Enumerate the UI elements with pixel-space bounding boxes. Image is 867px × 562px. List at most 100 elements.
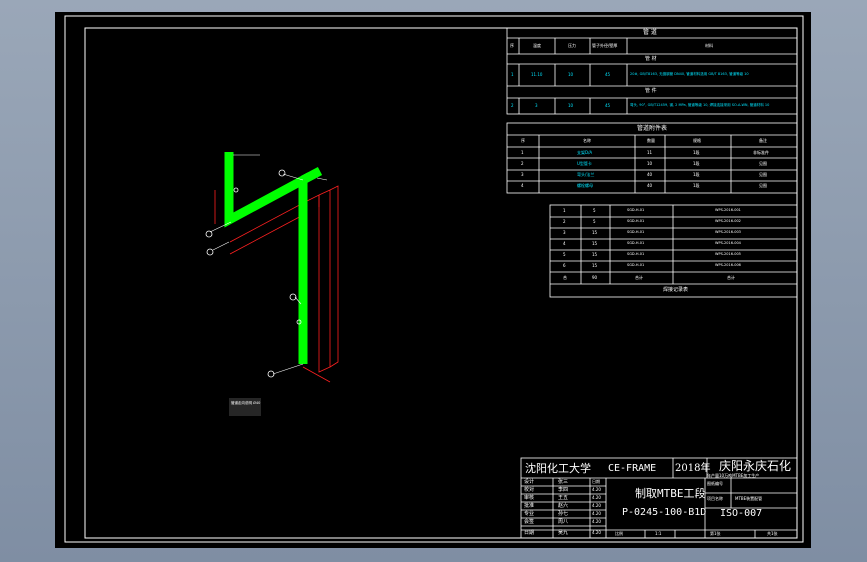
stamp-4: 4.20 — [592, 503, 601, 508]
weld-row5-c4: WPS-2016-005 — [715, 252, 741, 256]
weld-row3-c1: 3 — [563, 230, 566, 235]
top-row2-c1: 2 — [511, 103, 514, 108]
top-table-section-1: 管 材 — [645, 56, 657, 62]
top-row1-c5: 20#, GB/T8163, 无缝钢管 DN40, 管道材料选用 GB/T 81… — [630, 72, 749, 76]
mid-row1-c4: 1段 — [693, 150, 700, 155]
top-table-header-3: 压力 — [568, 43, 576, 48]
mid-row2-c5: 见图 — [759, 161, 767, 166]
footer-scale-value: 1:1 — [655, 531, 662, 536]
top-row2-c4: 45 — [605, 103, 611, 108]
top-table-header-1: 序 — [510, 43, 514, 48]
weld-row6-c3: SGD-H-01 — [627, 263, 645, 267]
footer-total: 共1张 — [767, 531, 778, 536]
stamp-1: 日期 — [592, 479, 600, 484]
meta-value-2: MTBE装置配管 — [735, 496, 763, 501]
stamp-6: 4.20 — [592, 519, 601, 524]
top-table-section-2: 管 件 — [645, 88, 657, 94]
frame-name: CE-FRAME — [608, 463, 657, 474]
mid-table-grid — [506, 122, 798, 194]
weld-row3-c4: WPS-2016-003 — [715, 230, 741, 234]
name-5: 孙七 — [558, 511, 569, 517]
weld-row4-c4: WPS-2016-004 — [715, 241, 741, 245]
mid-row4-c4: 1段 — [693, 183, 700, 188]
weld-row2-c1: 2 — [563, 219, 566, 224]
role-7: 日期 — [524, 530, 535, 536]
weld-row3-c3: SGD-H-01 — [627, 230, 645, 234]
mid-row2-c1: 2 — [521, 161, 524, 166]
weld-row5-c2: 15 — [592, 252, 598, 257]
mid-row4-c3: 40 — [647, 183, 653, 188]
mid-header-4: 规格 — [693, 138, 701, 143]
name-7: 吴九 — [558, 530, 569, 536]
mid-header-5: 备注 — [759, 138, 767, 143]
mid-header-1: 序 — [521, 138, 525, 143]
weld-row7-c4: 合计 — [727, 275, 735, 280]
pipe-stub — [300, 167, 323, 184]
name-4: 赵六 — [558, 503, 569, 509]
mid-row1-c5: 非标准件 — [753, 150, 769, 155]
weld-row1-c3: SGD-H-01 — [627, 208, 645, 212]
footer-scale-label: 比例 — [615, 531, 623, 536]
weld-row1-c1: 1 — [563, 208, 566, 213]
weld-row4-c2: 15 — [592, 241, 598, 246]
mid-header-2: 名称 — [583, 138, 591, 143]
mid-row3-c2: 弯头/法兰 — [577, 172, 595, 177]
weld-table-footer: 焊接记录表 — [663, 287, 689, 293]
weld-row6-c1: 6 — [563, 263, 566, 268]
top-row1-c1: 1 — [511, 72, 514, 77]
mid-row1-c2: 支架D/A — [577, 150, 593, 155]
stamp-5: 4.20 — [592, 511, 601, 516]
weld-row1-c4: WPS-2016-001 — [715, 208, 741, 212]
cad-drawing-viewport[interactable]: 管 道 序 温度 压力 管子外径/壁厚 材料 管 材 1 11.10 10 45… — [55, 12, 811, 548]
top-table-header-5: 材料 — [705, 43, 713, 48]
callout-markers — [205, 169, 302, 378]
stamp-2: 4.20 — [592, 487, 601, 492]
weld-row7-c2: 90 — [592, 275, 598, 280]
top-table-header-2: 温度 — [533, 43, 541, 48]
weld-table-grid — [549, 204, 798, 298]
weld-row2-c3: SGD-H-01 — [627, 219, 645, 223]
project-note: 年产量10万吨MTBE加工生产 — [707, 473, 760, 478]
mid-header-3: 数量 — [647, 138, 655, 143]
role-2: 校对 — [524, 487, 535, 493]
role-3: 审核 — [524, 495, 535, 501]
weld-row7-c1: 合 — [563, 275, 567, 280]
mid-row4-c2: 螺栓螺母 — [577, 183, 593, 188]
top-row2-c2: 3 — [535, 103, 538, 108]
mid-row3-c4: 1段 — [693, 172, 700, 177]
company-name: 庆阳永庆石化 — [719, 459, 792, 473]
role-6: 会签 — [524, 519, 535, 525]
mid-row1-c3: 11 — [647, 150, 653, 155]
mid-row2-c4: 1段 — [693, 161, 700, 166]
role-1: 设计 — [524, 479, 535, 485]
mid-row2-c2: U型管卡 — [577, 161, 592, 166]
meta-label-1: 图纸编号 — [707, 481, 723, 486]
year-label: 2018年 — [675, 463, 711, 474]
top-row1-c3: 10 — [568, 72, 574, 77]
mid-row3-c1: 3 — [521, 172, 524, 177]
weld-row1-c2: 5 — [593, 208, 596, 213]
drawing-title: 制取MTBE工段 — [635, 487, 706, 500]
top-row1-c2: 11.10 — [531, 72, 543, 77]
top-row2-c3: 10 — [568, 103, 574, 108]
drawing-number: ISO-007 — [720, 508, 763, 519]
top-table-header-4: 管子外径/壁厚 — [592, 43, 618, 48]
weld-row6-c4: WPS-2016-006 — [715, 263, 741, 267]
top-table-grid — [506, 27, 798, 115]
name-1: 张三 — [558, 479, 569, 485]
top-row1-c4: 45 — [605, 72, 611, 77]
stamp-7: 4.20 — [592, 530, 601, 535]
role-5: 专业 — [524, 511, 535, 517]
weld-row2-c2: 5 — [593, 219, 596, 224]
top-row2-c5: 弯头, 90°, GB/T12459, 钢, 2 MPa, 管道等级 10, 焊… — [630, 103, 770, 107]
meta-label-2: 项目名称 — [707, 496, 723, 501]
mid-row2-c3: 10 — [647, 161, 653, 166]
mid-row4-c1: 4 — [521, 183, 524, 188]
weld-row5-c1: 5 — [563, 252, 566, 257]
name-6: 周八 — [558, 519, 569, 525]
mid-row1-c1: 1 — [521, 150, 524, 155]
mid-row4-c5: 见图 — [759, 183, 767, 188]
role-4: 批准 — [524, 503, 535, 509]
weld-row2-c4: WPS-2016-002 — [715, 219, 741, 223]
weld-row7-c3: 合计 — [635, 275, 643, 280]
